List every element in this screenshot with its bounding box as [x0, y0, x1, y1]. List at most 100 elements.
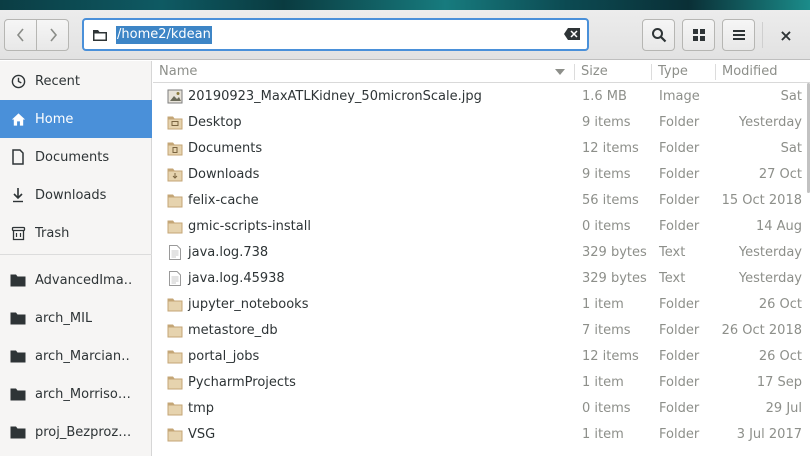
folder-icon [10, 310, 26, 326]
file-row[interactable]: Documents 12 items Folder Sat [153, 136, 810, 162]
column-divider[interactable] [651, 64, 652, 80]
sidebar-item-downloads[interactable]: Downloads [0, 176, 152, 214]
column-header-row: Name Size Type Modified [153, 61, 810, 83]
header-separator [762, 22, 763, 48]
file-row[interactable]: PycharmProjects 1 item Folder 17 Sep [153, 370, 810, 396]
file-type: Folder [659, 323, 700, 338]
file-row[interactable]: java.log.45938 329 bytes Text Yesterday [153, 266, 810, 292]
file-name: Desktop [188, 115, 242, 130]
folder-icon [167, 428, 183, 442]
location-path-text[interactable]: /home2/kdean [116, 25, 212, 44]
desktop-folder-icon [167, 116, 183, 130]
file-row[interactable]: VSG 1 item Folder 3 Jul 2017 [153, 422, 810, 448]
file-modified: 26 Oct [758, 349, 802, 364]
file-row[interactable]: jupyter_notebooks 1 item Folder 26 Oct [153, 292, 810, 318]
downloads-folder-icon [167, 168, 183, 182]
folder-icon [10, 272, 26, 288]
forward-button[interactable] [36, 19, 69, 51]
folder-icon [10, 424, 26, 440]
document-icon [10, 149, 26, 165]
places-sidebar: Recent Home Documents Downloads Trash Ad… [0, 61, 152, 456]
column-divider[interactable] [574, 64, 575, 80]
file-modified: Yesterday [738, 115, 802, 130]
sidebar-item-documents[interactable]: Documents [0, 138, 152, 176]
file-name: portal_jobs [188, 349, 260, 364]
clock-icon [10, 73, 26, 89]
chevron-right-icon [49, 28, 57, 42]
file-size: 56 items [582, 193, 639, 208]
file-row[interactable]: 20190923_MaxATLKidney_50micronScale.jpg 1… [153, 84, 810, 110]
search-icon [651, 28, 666, 43]
folder-icon [167, 194, 183, 208]
sidebar-item-label: proj_Bezproz… [35, 424, 131, 440]
sidebar-item-label: arch_Marcian… [35, 348, 131, 364]
sidebar-item-label: arch_MIL [35, 310, 93, 326]
file-row[interactable]: java.log.738 329 bytes Text Yesterday [153, 240, 810, 266]
sidebar-item-label: Home [35, 111, 74, 127]
file-row[interactable]: gmic-scripts-install 0 items Folder 14 Aug [153, 214, 810, 240]
chevron-left-icon [16, 28, 24, 42]
column-divider[interactable] [715, 64, 716, 80]
file-name: Downloads [188, 167, 260, 182]
file-row[interactable]: tmp 0 items Folder 29 Jul [153, 396, 810, 422]
documents-folder-icon [167, 142, 183, 156]
folder-icon [167, 350, 183, 364]
folder-icon [167, 324, 183, 338]
sidebar-item-label: Documents [35, 149, 110, 165]
location-entry[interactable]: /home2/kdean [82, 18, 589, 51]
file-list-view[interactable]: Name Size Type Modified 20190923_MaxATLK… [153, 61, 810, 456]
sidebar-item-label: AdvancedIma… [35, 272, 131, 288]
sidebar-item-recent[interactable]: Recent [0, 62, 152, 100]
file-size: 12 items [582, 141, 639, 156]
sidebar-item-home[interactable]: Home [0, 100, 152, 138]
file-type: Folder [659, 167, 700, 182]
file-modified: Yesterday [738, 271, 802, 286]
file-type: Image [659, 89, 700, 104]
header-bar: /home2/kdean × [0, 10, 810, 60]
sidebar-bookmark[interactable]: proj_Bezproz… [0, 413, 152, 451]
file-row[interactable]: portal_jobs 12 items Folder 26 Oct [153, 344, 810, 370]
sidebar-bookmark[interactable]: arch_Marcian… [0, 337, 152, 375]
close-button[interactable]: × [770, 19, 802, 51]
sidebar-item-label: Recent [35, 73, 80, 89]
clear-text-icon[interactable] [563, 27, 581, 41]
file-size: 12 items [582, 349, 639, 364]
file-name: java.log.738 [188, 245, 269, 260]
sidebar-bookmark[interactable]: arch_Morriso… [0, 375, 152, 413]
file-type: Folder [659, 401, 700, 416]
file-name: metastore_db [188, 323, 278, 338]
folder-icon [93, 29, 107, 41]
view-grid-button[interactable] [682, 19, 715, 51]
file-type: Folder [659, 141, 700, 156]
folder-icon [10, 386, 26, 402]
file-type: Folder [659, 115, 700, 130]
search-button[interactable] [642, 19, 675, 51]
desktop-wallpaper-strip [0, 0, 810, 10]
column-header-type[interactable]: Type [658, 61, 688, 83]
file-modified: Sat [780, 141, 802, 156]
menu-button[interactable] [722, 19, 755, 51]
column-header-name[interactable]: Name [159, 61, 197, 83]
file-row[interactable]: metastore_db 7 items Folder 26 Oct 2018 [153, 318, 810, 344]
file-type: Text [659, 245, 686, 260]
file-row[interactable]: felix-cache 56 items Folder 15 Oct 2018 [153, 188, 810, 214]
file-row[interactable]: Downloads 9 items Folder 27 Oct [153, 162, 810, 188]
sidebar-bookmark[interactable]: AdvancedIma… [0, 261, 152, 299]
back-button[interactable] [4, 19, 37, 51]
file-modified: 14 Aug [755, 219, 802, 234]
file-name: 20190923_MaxATLKidney_50micronScale.jpg [188, 89, 482, 104]
sidebar-bookmark[interactable]: arch_MIL [0, 299, 152, 337]
sidebar-item-trash[interactable]: Trash [0, 214, 152, 252]
file-modified: 3 Jul 2017 [736, 427, 802, 442]
file-row[interactable]: Desktop 9 items Folder Yesterday [153, 110, 810, 136]
file-name: PycharmProjects [188, 375, 296, 390]
hamburger-icon [732, 30, 745, 40]
column-header-modified[interactable]: Modified [722, 61, 777, 83]
file-name: gmic-scripts-install [188, 219, 311, 234]
file-name: jupyter_notebooks [188, 297, 309, 312]
column-header-size[interactable]: Size [581, 61, 608, 83]
file-type: Folder [659, 427, 700, 442]
sidebar-separator [0, 254, 152, 255]
sidebar-item-label: Downloads [35, 187, 107, 203]
file-size: 1.6 MB [582, 89, 627, 104]
